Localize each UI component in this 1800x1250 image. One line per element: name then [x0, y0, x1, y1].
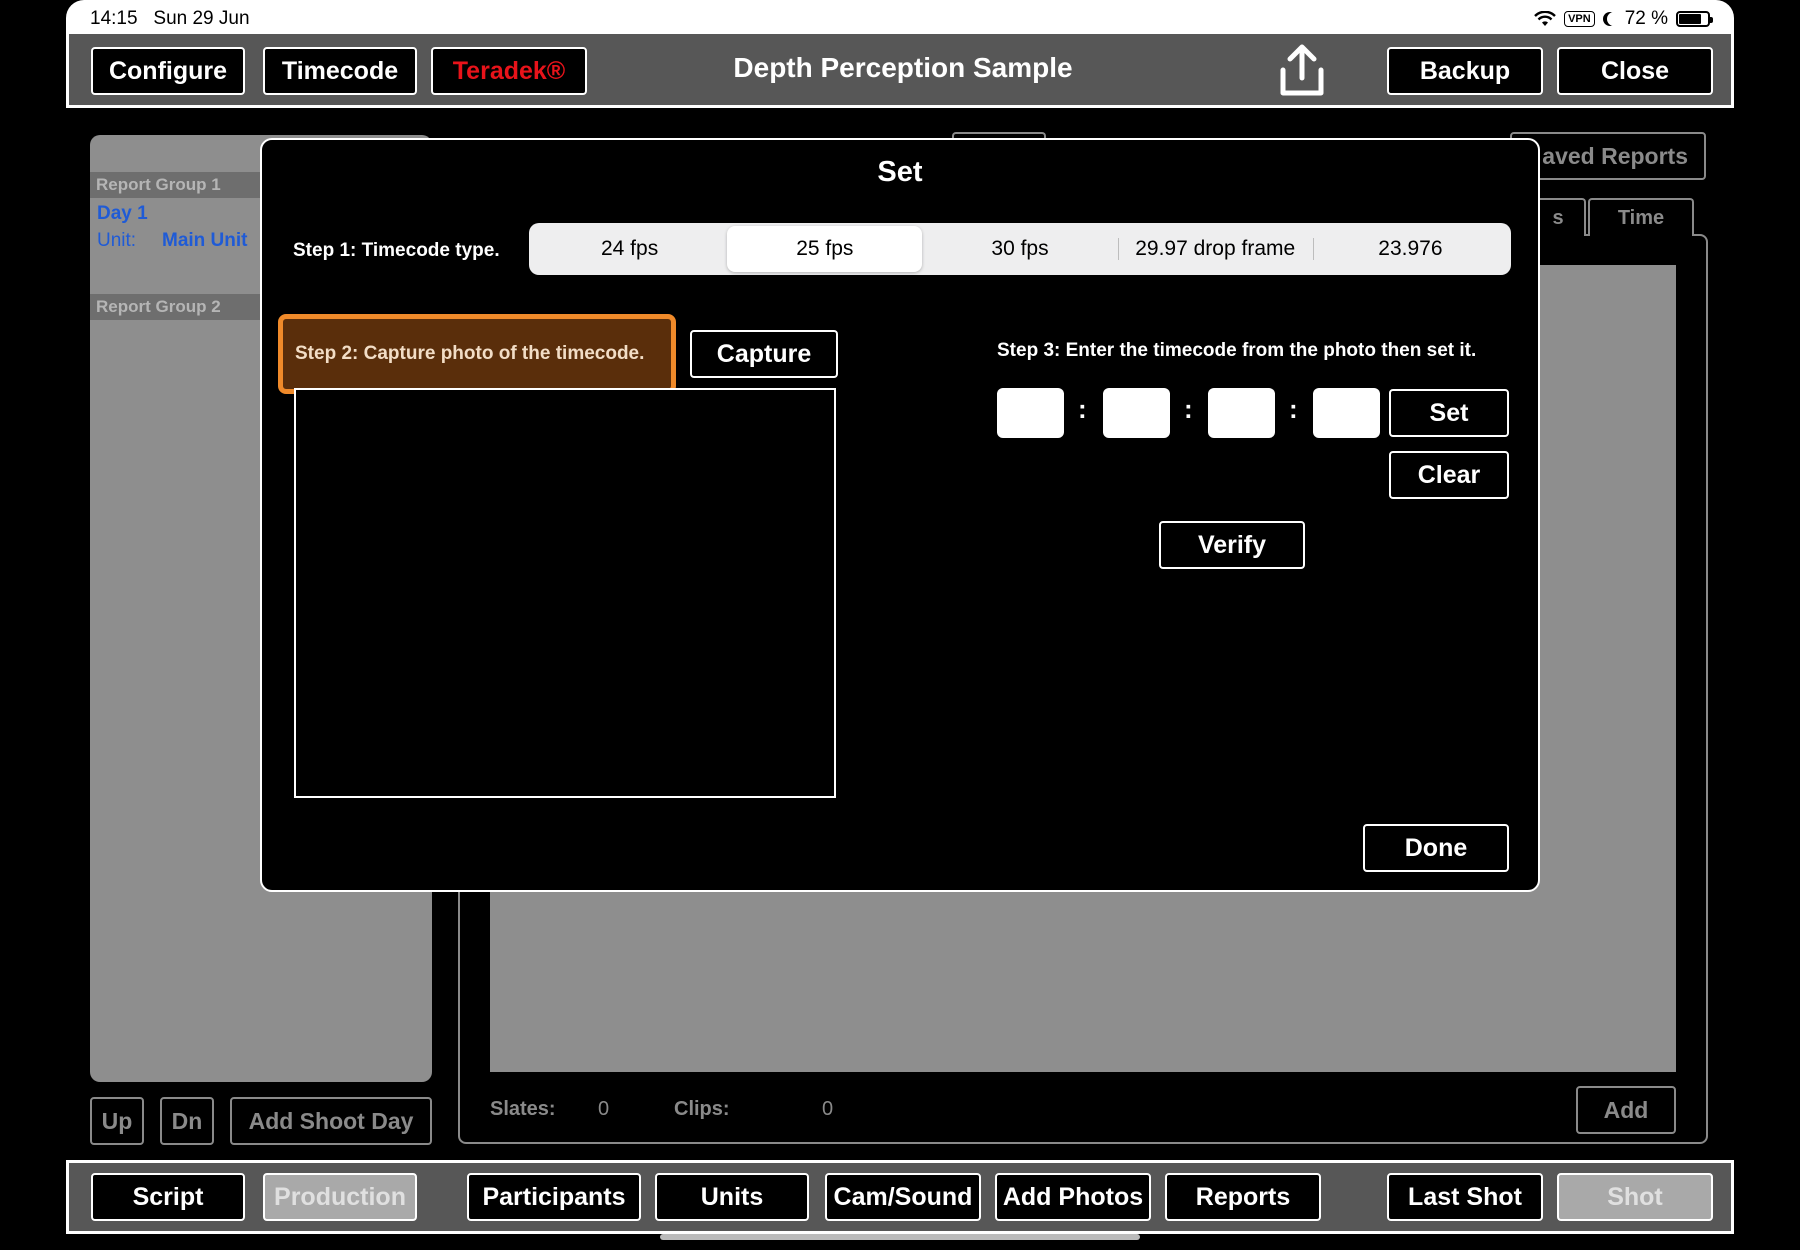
status-right: VPN 72 % [1534, 8, 1713, 30]
slates-value: 0 [598, 1098, 610, 1120]
timecode-minutes-field[interactable] [1103, 388, 1170, 438]
teradek-button[interactable]: Teradek® [431, 47, 587, 95]
participants-button[interactable]: Participants [467, 1173, 641, 1221]
configure-button[interactable]: Configure [91, 47, 245, 95]
tab-time[interactable]: Time [1588, 198, 1694, 236]
day-1-label[interactable]: Day 1 [97, 203, 148, 225]
unit-value: Main Unit [162, 230, 248, 251]
slates-label: Slates: [490, 1098, 556, 1120]
close-button[interactable]: Close [1557, 47, 1713, 95]
last-shot-button[interactable]: Last Shot [1387, 1173, 1543, 1221]
reports-button[interactable]: Reports [1165, 1173, 1321, 1221]
dialog-title: Set [877, 156, 923, 188]
set-button[interactable]: Set [1389, 389, 1509, 437]
vpn-badge: VPN [1564, 11, 1595, 27]
script-button[interactable]: Script [91, 1173, 245, 1221]
timecode-separator: : [1289, 394, 1298, 424]
set-timecode-dialog: Set Step 1: Timecode type. 24 fps 25 fps… [260, 138, 1540, 892]
battery-percent: 72 % [1624, 8, 1668, 29]
moon-icon [1607, 12, 1621, 26]
unit-label: Unit: [97, 230, 137, 251]
verify-button[interactable]: Verify [1159, 521, 1305, 569]
step2-label: Step 2: Capture photo of the timecode. [278, 314, 676, 394]
home-indicator [660, 1234, 1140, 1240]
status-bar-content: 14:15 Sun 29 Jun VPN 72 % [0, 0, 1800, 36]
fps-option-24[interactable]: 24 fps [532, 226, 727, 272]
units-button[interactable]: Units [655, 1173, 809, 1221]
step3-label: Step 3: Enter the timecode from the phot… [997, 340, 1477, 361]
timecode-separator: : [1184, 394, 1193, 424]
status-time: 14:15 Sun 29 Jun [90, 8, 250, 29]
bottom-toolbar: Script Production Participants Units Cam… [66, 1160, 1734, 1234]
timecode-seconds-field[interactable] [1208, 388, 1275, 438]
shot-button[interactable]: Shot [1557, 1173, 1713, 1221]
fps-option-2997-df[interactable]: 29.97 drop frame [1117, 226, 1313, 272]
clear-button[interactable]: Clear [1389, 451, 1509, 499]
clips-label: Clips: [674, 1098, 730, 1120]
timecode-separator: : [1078, 394, 1087, 424]
wifi-icon [1534, 11, 1556, 26]
add-button[interactable]: Add [1576, 1086, 1676, 1134]
timecode-button[interactable]: Timecode [263, 47, 417, 95]
done-button[interactable]: Done [1363, 824, 1509, 872]
fps-option-25[interactable]: 25 fps [727, 226, 923, 272]
timecode-photo-preview [294, 388, 836, 798]
clips-value: 0 [822, 1098, 834, 1120]
up-button[interactable]: Up [90, 1097, 144, 1145]
report-group-1-header: Report Group 1 [90, 172, 260, 198]
fps-option-23976[interactable]: 23.976 [1312, 226, 1508, 272]
capture-button[interactable]: Capture [690, 330, 838, 378]
cam-sound-button[interactable]: Cam/Sound [825, 1173, 981, 1221]
share-icon[interactable] [1277, 44, 1327, 98]
timecode-frames-field[interactable] [1313, 388, 1380, 438]
dn-button[interactable]: Dn [160, 1097, 214, 1145]
backup-button[interactable]: Backup [1387, 47, 1543, 95]
report-group-2-header: Report Group 2 [90, 294, 260, 320]
add-photos-button[interactable]: Add Photos [995, 1173, 1151, 1221]
step1-label: Step 1: Timecode type. [293, 240, 500, 261]
top-toolbar: Configure Timecode Teradek® Depth Percep… [66, 34, 1734, 108]
production-button[interactable]: Production [263, 1173, 417, 1221]
fps-segmented-control: 24 fps 25 fps 30 fps 29.97 drop frame 23… [529, 223, 1511, 275]
fps-option-30[interactable]: 30 fps [922, 226, 1117, 272]
timecode-hours-field[interactable] [997, 388, 1064, 438]
add-shoot-day-button[interactable]: Add Shoot Day [230, 1097, 432, 1145]
battery-icon [1676, 11, 1713, 27]
